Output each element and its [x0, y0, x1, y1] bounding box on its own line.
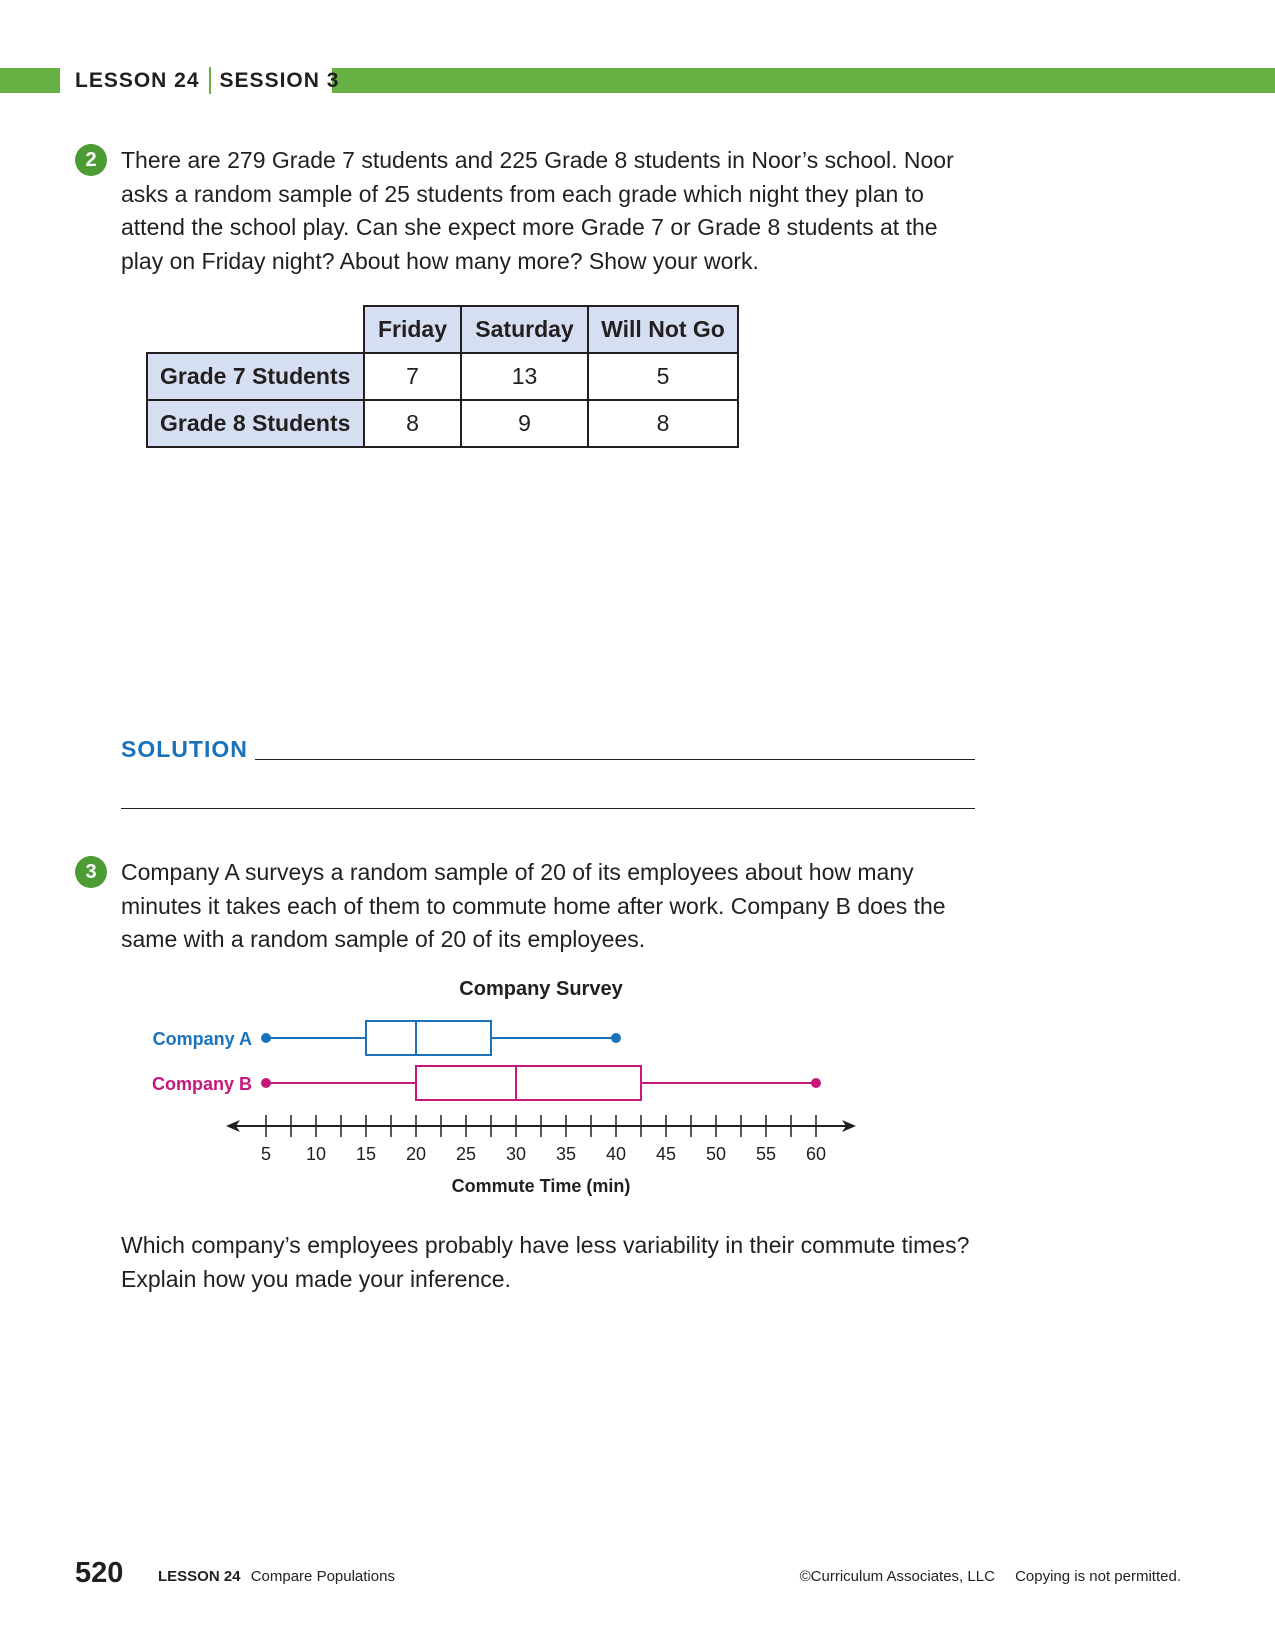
max-point — [811, 1078, 821, 1088]
tick-label: 40 — [606, 1144, 626, 1164]
table-cell: 7 — [363, 352, 462, 401]
series-label: Company B — [152, 1074, 252, 1094]
table-corner — [147, 306, 364, 353]
table-col-header: Saturday — [460, 305, 589, 354]
lesson-label: LESSON 24 — [75, 68, 200, 92]
table-cell: 9 — [460, 399, 589, 448]
footer-lesson-label: LESSON 24 — [158, 1568, 241, 1585]
axis-label: Commute Time (min) — [452, 1176, 631, 1196]
page-number: 520 — [75, 1557, 124, 1589]
min-point — [261, 1078, 271, 1088]
table-cell: 8 — [363, 399, 462, 448]
series-label: Company A — [153, 1029, 252, 1049]
tick-label: 60 — [806, 1144, 826, 1164]
table-row-header: Grade 7 Students — [146, 352, 365, 401]
survey-table: Friday Saturday Will Not Go Grade 7 Stud… — [146, 305, 739, 448]
question-2-number: 2 — [75, 144, 107, 176]
copy-notice: Copying is not permitted. — [1015, 1568, 1181, 1585]
question-3-followup: Which company’s employees probably have … — [121, 1232, 970, 1292]
question-3-number: 3 — [75, 856, 107, 888]
table-cell: 8 — [587, 399, 739, 448]
tick-label: 25 — [456, 1144, 476, 1164]
tick-label: 35 — [556, 1144, 576, 1164]
table-cell: 13 — [460, 352, 589, 401]
table-cell: 5 — [587, 352, 739, 401]
footer-lesson: LESSON 24 Compare Populations — [158, 1568, 395, 1585]
question-3-text: Company A surveys a random sample of 20 … — [121, 859, 946, 952]
tick-label: 5 — [261, 1144, 271, 1164]
tick-label: 50 — [706, 1144, 726, 1164]
session-label: SESSION 3 — [219, 68, 340, 92]
box-iqr — [365, 1020, 492, 1056]
solution-answer-line[interactable] — [255, 759, 975, 760]
footer-lesson-title: Compare Populations — [250, 1568, 395, 1585]
header-bar-left — [0, 68, 60, 93]
tick-label: 10 — [306, 1144, 326, 1164]
tick-label: 55 — [756, 1144, 776, 1164]
table-header-row: Friday Saturday Will Not Go — [147, 305, 739, 354]
copyright-text: ©Curriculum Associates, LLC — [799, 1568, 995, 1585]
tick-label: 30 — [506, 1144, 526, 1164]
chart-title: Company Survey — [459, 978, 623, 1000]
table-row: Grade 7 Students 7 13 5 — [146, 352, 739, 401]
box-iqr — [415, 1065, 642, 1101]
table-col-header: Friday — [363, 305, 462, 354]
max-point — [611, 1033, 621, 1043]
question-2-text: There are 279 Grade 7 students and 225 G… — [121, 147, 954, 274]
lesson-header: LESSON 24 SESSION 3 — [75, 67, 339, 94]
table-col-header: Will Not Go — [587, 305, 739, 354]
header-bar-right — [332, 68, 1275, 93]
tick-label: 20 — [406, 1144, 426, 1164]
solution-answer-line[interactable] — [121, 808, 975, 809]
tick-label: 45 — [656, 1144, 676, 1164]
footer-copyright: ©Curriculum Associates, LLC Copying is n… — [800, 1568, 1181, 1585]
min-point — [261, 1033, 271, 1043]
tick-label: 15 — [356, 1144, 376, 1164]
solution-label: SOLUTION — [121, 736, 248, 762]
table-row: Grade 8 Students 8 9 8 — [146, 399, 739, 448]
header-separator — [208, 67, 211, 94]
table-row-header: Grade 8 Students — [146, 399, 365, 448]
company-survey-boxplot: Company Survey Company A Company B 5 10 15 20 2… — [152, 978, 856, 1196]
